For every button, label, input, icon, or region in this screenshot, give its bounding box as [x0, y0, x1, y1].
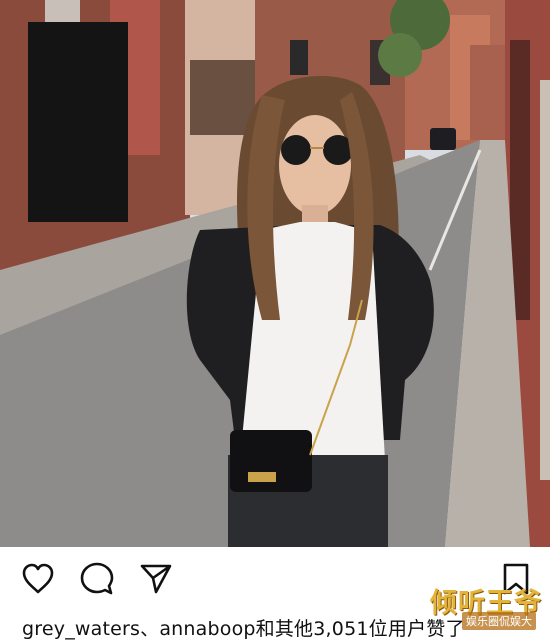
street-photo — [0, 0, 550, 547]
post-photo[interactable] — [0, 0, 550, 547]
paper-plane-icon — [140, 564, 172, 594]
comment-button[interactable] — [79, 561, 115, 597]
likes-summary[interactable]: grey_waters、annaboop和其他3,051位用户赞了 — [22, 614, 465, 641]
heart-icon — [22, 563, 54, 594]
like-button[interactable] — [20, 561, 56, 597]
comment-icon — [80, 562, 114, 595]
share-button[interactable] — [138, 561, 174, 597]
watermark-subtitle: 娱乐圈侃娱大 — [462, 612, 536, 630]
